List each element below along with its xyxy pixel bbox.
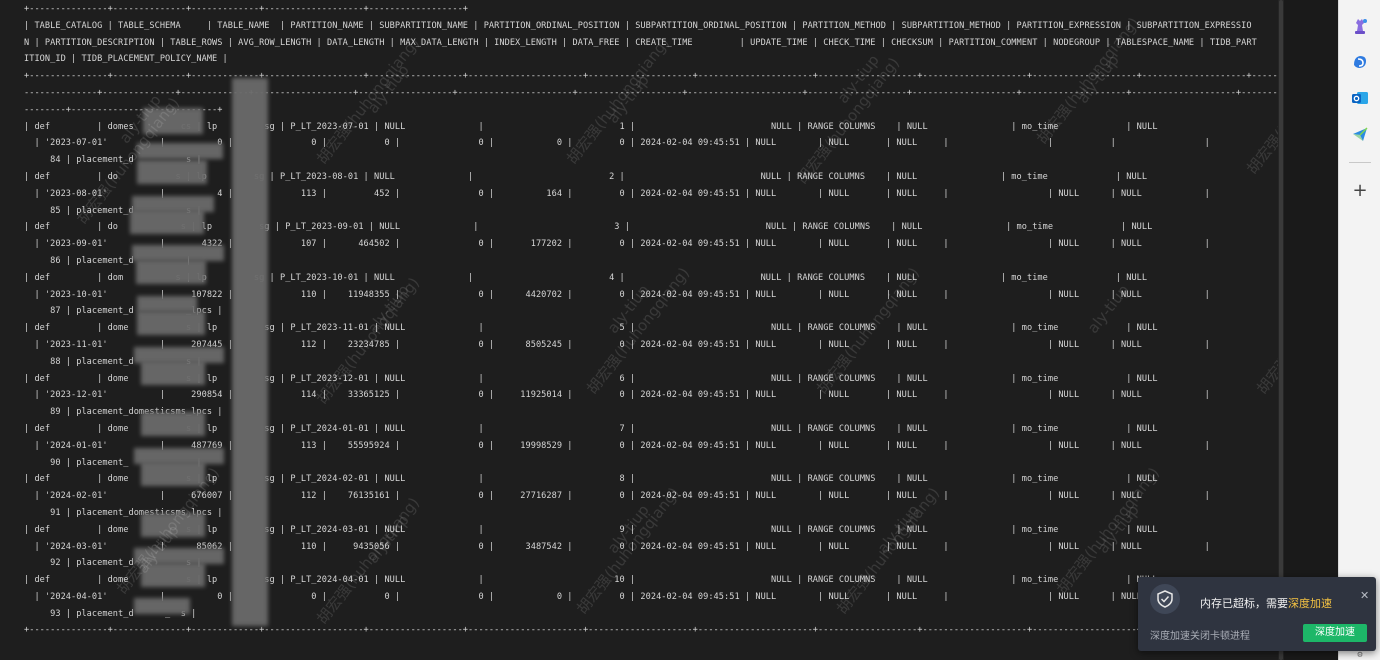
terminal-line: +---------------+--------------+--------… (24, 625, 1278, 636)
terminal-window[interactable]: +---------------+--------------+--------… (0, 0, 1278, 660)
window-gutter (1284, 0, 1338, 660)
redaction-mask (141, 563, 205, 587)
scrollbar-thumb[interactable] (1279, 0, 1283, 660)
deep-acceleration-button[interactable]: 深度加速 (1303, 624, 1367, 642)
browser-sidebar: + ⚙ (1338, 0, 1380, 660)
add-sidebar-app-button[interactable]: + (1350, 181, 1370, 201)
copilot-icon[interactable] (1350, 52, 1370, 72)
toast-message-link[interactable]: 深度加速 (1288, 597, 1332, 610)
redaction-mask (137, 143, 223, 159)
redaction-mask (141, 412, 205, 436)
redaction-mask (134, 598, 190, 614)
terminal-line: N | PARTITION_DESCRIPTION | TABLE_ROWS |… (24, 37, 1257, 48)
terminal-line: | '2023-10-01' | 107822 | 110 | 11948355… (24, 289, 1210, 300)
sidebar-settings-icon[interactable]: ⚙ (1352, 650, 1368, 660)
toast-subtitle: 深度加速关闭卡顿进程 (1150, 631, 1250, 642)
redaction-mask (141, 462, 205, 486)
redaction-mask (143, 108, 203, 134)
outlook-icon[interactable] (1350, 88, 1370, 108)
terminal-line: +---------------+--------------+--------… (24, 4, 469, 14)
redaction-mask (137, 296, 197, 312)
terminal-line: | '2024-02-01' | 676007 | 112 | 76135161… (24, 491, 1210, 502)
redaction-mask (141, 361, 205, 385)
redaction-mask (232, 78, 268, 626)
toast-message-prefix: 内存已超标，需要 (1200, 597, 1288, 610)
redaction-mask (130, 210, 204, 234)
chess-piece-icon[interactable] (1350, 16, 1370, 36)
redaction-mask (132, 245, 224, 261)
redaction-mask (137, 160, 207, 184)
memory-warning-toast: 内存已超标，需要深度加速 ✕ 深度加速关闭卡顿进程 深度加速 (1138, 577, 1376, 651)
terminal-line: | '2023-12-01' | 290854 | 114 | 33365125… (24, 390, 1210, 401)
toast-message: 内存已超标，需要深度加速 (1200, 595, 1332, 611)
terminal-line: +---------------+--------------+--------… (24, 71, 1278, 82)
redaction-mask (137, 311, 205, 335)
terminal-line: --------------+--------------+----------… (24, 87, 1278, 98)
terminal-line: | '2024-04-01' | 0 | 0 | 0 | 0 | 0 | 0 |… (24, 591, 1210, 602)
redaction-mask (136, 260, 206, 284)
redaction-mask (134, 548, 224, 564)
close-icon[interactable]: ✕ (1360, 589, 1369, 602)
send-icon[interactable] (1350, 124, 1370, 144)
terminal-line: | TABLE_CATALOG | TABLE_SCHEMA | TABLE_N… (24, 20, 1252, 31)
shield-check-icon (1150, 584, 1180, 614)
sidebar-divider (1349, 162, 1371, 163)
redaction-mask (141, 513, 205, 537)
terminal-line: ITION_ID | TIDB_PLACEMENT_POLICY_NAME | (24, 54, 228, 65)
